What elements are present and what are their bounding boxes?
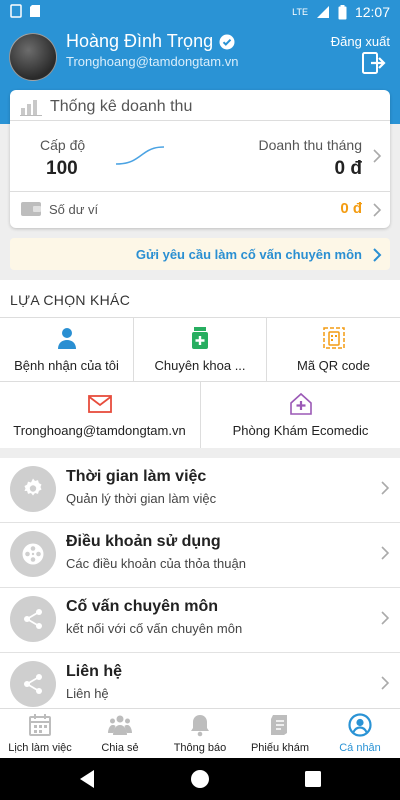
share-icon — [24, 674, 42, 694]
medicine-bottle-icon — [192, 327, 208, 349]
logout-icon[interactable] — [362, 52, 386, 74]
level-value: 100 — [46, 158, 78, 179]
menu-item-working-time[interactable]: Thời gian làm việc Quản lý thời gian làm… — [0, 458, 400, 522]
document-icon — [271, 715, 287, 735]
divider — [10, 191, 390, 192]
menu-subtitle: kết nối với cố vấn chuyên môn — [66, 621, 243, 636]
divider — [133, 318, 134, 381]
menu-subtitle: Các điều khoản của thỏa thuận — [66, 556, 246, 571]
account-circle-icon — [348, 713, 372, 737]
divider — [10, 120, 390, 121]
chevron-right-icon[interactable] — [372, 202, 382, 218]
status-bar: LTE 12:07 — [0, 0, 400, 24]
other-options-section: LỰA CHỌN KHÁC Bệnh nhận của tôi Chuyên k… — [0, 280, 400, 448]
chevron-right-icon — [381, 546, 390, 560]
divider — [266, 318, 267, 381]
network-type: LTE — [292, 7, 308, 17]
monthly-revenue-value: 0 đ — [334, 158, 362, 179]
nav-tab-exam-form[interactable]: Phiếu khám — [240, 709, 320, 758]
qr-code-icon — [322, 327, 345, 349]
nav-label: Chia sẻ — [101, 742, 139, 754]
option-qr-code[interactable]: Mã QR code — [267, 318, 400, 381]
menu-title: Cố vấn chuyên môn — [66, 598, 219, 615]
share-icon — [24, 609, 42, 629]
user-name: Hoàng Đình Trọng — [66, 31, 214, 51]
clock: 12:07 — [354, 4, 390, 20]
avatar[interactable] — [9, 33, 57, 81]
logout-button[interactable]: Đăng xuất — [331, 34, 390, 49]
home-icon[interactable] — [189, 768, 211, 790]
nav-label: Phiếu khám — [250, 742, 310, 754]
user-name-row: Hoàng Đình Trọng — [66, 31, 235, 52]
system-navigation-bar — [0, 758, 400, 800]
option-clinic[interactable]: Phòng Khám Ecomedic — [201, 382, 400, 448]
option-email[interactable]: Tronghoang@tamdongtam.vn — [0, 382, 199, 448]
option-label: Mã QR code — [297, 358, 370, 373]
menu-icon-circle — [10, 466, 56, 512]
chevron-right-icon[interactable] — [372, 148, 382, 164]
back-icon[interactable] — [77, 768, 99, 790]
option-label: Tronghoang@tamdongtam.vn — [13, 423, 186, 438]
advisor-request-label: Gửi yêu cầu làm cố vấn chuyên môn — [135, 247, 362, 262]
card-title-row: Thống kê doanh thu — [20, 98, 192, 116]
bar-chart-icon — [20, 100, 42, 116]
monthly-revenue-label: Doanh thu tháng — [258, 137, 362, 153]
bell-icon — [191, 715, 209, 737]
chevron-right-icon — [381, 676, 390, 690]
option-label: Phòng Khám Ecomedic — [232, 423, 369, 438]
trend-line-icon — [115, 146, 165, 165]
section-title: LỰA CHỌN KHÁC — [10, 292, 131, 308]
film-reel-icon — [22, 543, 44, 565]
menu-title: Thời gian làm việc — [66, 468, 207, 485]
calendar-icon — [29, 714, 51, 736]
card-title: Thống kê doanh thu — [50, 98, 193, 115]
mail-icon — [87, 395, 112, 413]
gear-icon — [24, 478, 42, 496]
revenue-card: Thống kê doanh thu Cấp độ 100 Doanh thu … — [10, 90, 390, 228]
settings-menu: Thời gian làm việc Quản lý thời gian làm… — [0, 458, 400, 708]
wallet-label: Số dư ví — [49, 202, 99, 217]
menu-item-advisor[interactable]: Cố vấn chuyên môn kết nối với cố vấn chu… — [0, 588, 400, 652]
option-specialty[interactable]: Chuyên khoa ... — [134, 318, 266, 381]
menu-subtitle: Quản lý thời gian làm việc — [66, 491, 217, 506]
option-my-patients[interactable]: Bệnh nhận của tôi — [0, 318, 133, 381]
option-label: Chuyên khoa ... — [154, 358, 246, 373]
nav-tab-schedule[interactable]: Lịch làm việc — [0, 709, 80, 758]
menu-item-contact[interactable]: Liên hệ Liên hệ — [0, 653, 400, 708]
chevron-right-icon — [373, 248, 382, 262]
verified-check-icon — [219, 34, 235, 49]
level-label: Cấp độ — [40, 137, 86, 153]
sd-card-icon — [30, 5, 40, 17]
menu-item-terms[interactable]: Điều khoản sử dụng Các điều khoản của th… — [0, 523, 400, 587]
signal-icon — [316, 6, 329, 18]
group-icon — [108, 715, 132, 735]
nav-label: Thông báo — [173, 742, 227, 754]
clinic-icon — [289, 392, 312, 415]
person-icon — [57, 328, 76, 349]
recents-icon[interactable] — [302, 768, 324, 790]
nav-tab-personal[interactable]: Cá nhân — [320, 709, 400, 758]
chevron-right-icon — [381, 611, 390, 625]
menu-icon-circle — [10, 596, 56, 642]
chevron-right-icon — [381, 481, 390, 495]
menu-icon-circle — [10, 531, 56, 577]
nav-tab-share[interactable]: Chia sẻ — [80, 709, 160, 758]
nav-tab-notifications[interactable]: Thông báo — [160, 709, 240, 758]
user-email: Tronghoang@tamdongtam.vn — [66, 54, 239, 69]
bottom-navigation: Lịch làm việc Chia sẻ Thông báo Phiếu kh… — [0, 708, 400, 758]
wallet-icon — [21, 202, 41, 216]
divider — [200, 382, 201, 448]
advisor-request-button[interactable]: Gửi yêu cầu làm cố vấn chuyên môn — [10, 238, 390, 270]
nav-label: Cá nhân — [339, 742, 381, 754]
nav-label: Lịch làm việc — [8, 742, 72, 754]
menu-title: Điều khoản sử dụng — [66, 533, 221, 550]
option-label: Bệnh nhận của tôi — [14, 358, 119, 373]
notification-icon — [10, 4, 22, 18]
menu-title: Liên hệ — [66, 663, 123, 680]
menu-subtitle: Liên hệ — [66, 686, 109, 701]
wallet-value: 0 đ — [340, 200, 362, 217]
menu-icon-circle — [10, 661, 56, 707]
battery-icon — [338, 4, 347, 19]
